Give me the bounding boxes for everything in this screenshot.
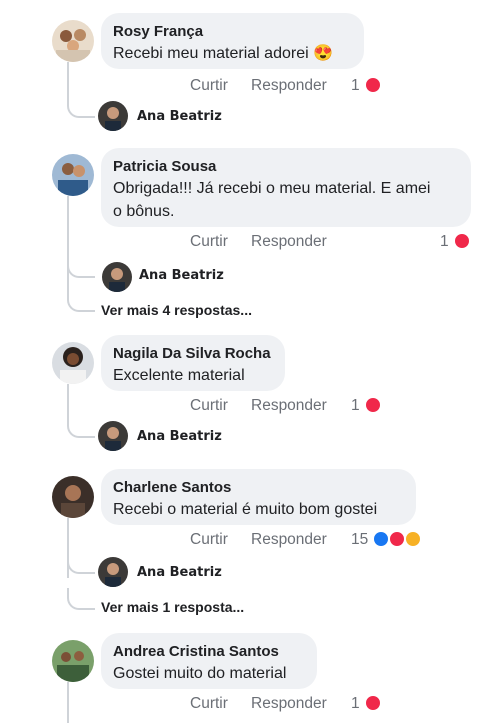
heart-icon — [364, 76, 382, 94]
reaction-count[interactable]: 1 — [351, 695, 360, 713]
reply-avatar[interactable] — [98, 421, 128, 451]
comment-bubble: Patricia Sousa Obrigada!!! Já recebi o m… — [101, 148, 471, 227]
reaction-count[interactable]: 1 — [440, 233, 449, 251]
comment-bubble: Charlene Santos Recebi o material é muit… — [101, 469, 416, 525]
like-button[interactable]: Curtir — [190, 531, 228, 549]
reply-button[interactable]: Responder — [251, 531, 327, 549]
comment-text: Gostei muito do material — [113, 665, 287, 682]
commenter-name[interactable]: Andrea Cristina Santos — [113, 642, 305, 662]
reaction-count[interactable]: 15 — [351, 531, 368, 549]
haha-icon — [404, 530, 422, 548]
commenter-avatar[interactable] — [52, 154, 94, 196]
reply-avatar[interactable] — [98, 101, 128, 131]
reply-avatar[interactable] — [98, 557, 128, 587]
commenter-avatar[interactable] — [52, 20, 94, 62]
reply-button[interactable]: Responder — [251, 397, 327, 415]
reply-avatar[interactable] — [102, 262, 132, 292]
view-more-replies[interactable]: Ver mais 1 resposta... — [101, 599, 244, 615]
thread-line — [67, 196, 69, 296]
like-button[interactable]: Curtir — [190, 397, 228, 415]
reply-author-name[interactable]: Ana Beatriz — [139, 268, 224, 283]
commenter-avatar[interactable] — [52, 476, 94, 518]
commenter-avatar[interactable] — [52, 342, 94, 384]
comment-bubble: Andrea Cristina Santos Gostei muito do m… — [101, 633, 317, 689]
thread-elbow — [67, 96, 95, 118]
comment-bubble: Rosy França Recebi meu material adorei 😍 — [101, 13, 364, 69]
comment-text: Excelente material — [113, 367, 245, 384]
view-more-replies[interactable]: Ver mais 4 respostas... — [101, 302, 252, 318]
reply-button[interactable]: Responder — [251, 695, 327, 713]
like-button[interactable]: Curtir — [190, 77, 228, 95]
comment-text: Recebi meu material adorei 😍 — [113, 45, 334, 62]
comment-text: Recebi o material é muito bom gostei — [113, 501, 378, 518]
thread-elbow — [67, 552, 95, 574]
commenter-name[interactable]: Nagila Da Silva Rocha — [113, 344, 273, 364]
comment-bubble: Nagila Da Silva Rocha Excelente material — [101, 335, 285, 391]
reply-button[interactable]: Responder — [251, 233, 327, 251]
comment-text-line: o bônus. — [113, 203, 175, 220]
thread-elbow — [67, 290, 95, 312]
comment-text-line: Obrigada!!! Já recebi o meu material. E … — [113, 180, 431, 197]
like-button[interactable]: Curtir — [190, 695, 228, 713]
heart-icon — [453, 232, 471, 250]
commenter-name[interactable]: Rosy França — [113, 22, 352, 42]
thread-elbow — [67, 256, 95, 278]
reply-author-name[interactable]: Ana Beatriz — [137, 109, 222, 124]
heart-icon — [364, 694, 382, 712]
reaction-count[interactable]: 1 — [351, 397, 360, 415]
reply-button[interactable]: Responder — [251, 77, 327, 95]
heart-eyes-emoji: 😍 — [313, 45, 334, 62]
reaction-count[interactable]: 1 — [351, 77, 360, 95]
commenter-name[interactable]: Patricia Sousa — [113, 157, 459, 177]
reply-author-name[interactable]: Ana Beatriz — [137, 429, 222, 444]
thread-line — [67, 682, 69, 723]
like-button[interactable]: Curtir — [190, 233, 228, 251]
commenter-name[interactable]: Charlene Santos — [113, 478, 404, 498]
thread-elbow — [67, 588, 95, 610]
heart-icon — [364, 396, 382, 414]
thread-elbow — [67, 416, 95, 438]
reply-author-name[interactable]: Ana Beatriz — [137, 565, 222, 580]
commenter-avatar[interactable] — [52, 640, 94, 682]
